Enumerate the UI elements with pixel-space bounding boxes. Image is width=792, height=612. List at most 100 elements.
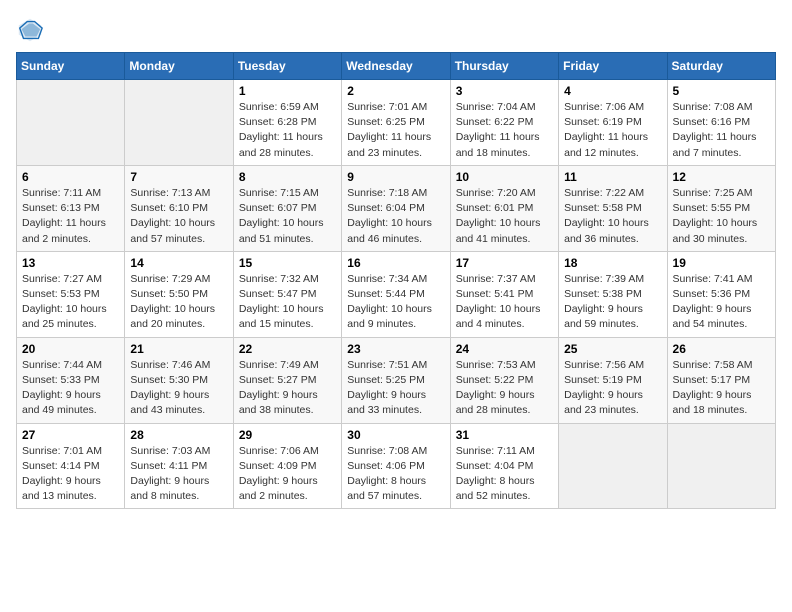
weekday-header: Thursday (450, 53, 558, 80)
calendar-cell (667, 423, 775, 509)
day-number: 31 (456, 428, 553, 442)
calendar-cell: 25 Sunrise: 7:56 AM Sunset: 5:19 PM Dayli… (559, 337, 667, 423)
day-number: 8 (239, 170, 336, 184)
day-number: 1 (239, 84, 336, 98)
calendar-cell: 2 Sunrise: 7:01 AM Sunset: 6:25 PM Daylig… (342, 80, 450, 166)
calendar-cell (17, 80, 125, 166)
day-info: Sunrise: 7:56 AM Sunset: 5:19 PM Dayligh… (564, 358, 661, 419)
day-number: 28 (130, 428, 227, 442)
weekday-header: Tuesday (233, 53, 341, 80)
calendar-week-row: 6 Sunrise: 7:11 AM Sunset: 6:13 PM Daylig… (17, 165, 776, 251)
day-number: 26 (673, 342, 770, 356)
day-info: Sunrise: 7:27 AM Sunset: 5:53 PM Dayligh… (22, 272, 119, 333)
weekday-header: Saturday (667, 53, 775, 80)
calendar-cell: 28 Sunrise: 7:03 AM Sunset: 4:11 PM Dayli… (125, 423, 233, 509)
day-number: 7 (130, 170, 227, 184)
day-info: Sunrise: 7:06 AM Sunset: 4:09 PM Dayligh… (239, 444, 336, 505)
day-number: 30 (347, 428, 444, 442)
day-info: Sunrise: 7:22 AM Sunset: 5:58 PM Dayligh… (564, 186, 661, 247)
day-info: Sunrise: 7:41 AM Sunset: 5:36 PM Dayligh… (673, 272, 770, 333)
day-info: Sunrise: 7:11 AM Sunset: 6:13 PM Dayligh… (22, 186, 119, 247)
calendar-table: SundayMondayTuesdayWednesdayThursdayFrid… (16, 52, 776, 509)
day-info: Sunrise: 7:18 AM Sunset: 6:04 PM Dayligh… (347, 186, 444, 247)
calendar-cell (125, 80, 233, 166)
day-number: 18 (564, 256, 661, 270)
day-info: Sunrise: 7:03 AM Sunset: 4:11 PM Dayligh… (130, 444, 227, 505)
calendar-week-row: 20Sunrise: 7:44 AM Sunset: 5:33 PM Dayli… (17, 337, 776, 423)
day-number: 6 (22, 170, 119, 184)
day-number: 4 (564, 84, 661, 98)
day-info: Sunrise: 7:51 AM Sunset: 5:25 PM Dayligh… (347, 358, 444, 419)
calendar-cell: 1 Sunrise: 6:59 AM Sunset: 6:28 PM Daylig… (233, 80, 341, 166)
day-number: 10 (456, 170, 553, 184)
logo-icon (16, 16, 44, 44)
day-info: Sunrise: 7:39 AM Sunset: 5:38 PM Dayligh… (564, 272, 661, 333)
day-number: 25 (564, 342, 661, 356)
calendar-cell: 3 Sunrise: 7:04 AM Sunset: 6:22 PM Daylig… (450, 80, 558, 166)
weekday-header: Friday (559, 53, 667, 80)
day-number: 24 (456, 342, 553, 356)
day-number: 2 (347, 84, 444, 98)
weekday-header: Wednesday (342, 53, 450, 80)
calendar-cell: 21 Sunrise: 7:46 AM Sunset: 5:30 PM Dayli… (125, 337, 233, 423)
day-number: 23 (347, 342, 444, 356)
day-info: Sunrise: 7:32 AM Sunset: 5:47 PM Dayligh… (239, 272, 336, 333)
day-info: Sunrise: 6:59 AM Sunset: 6:28 PM Dayligh… (239, 100, 336, 161)
calendar-cell: 11 Sunrise: 7:22 AM Sunset: 5:58 PM Dayli… (559, 165, 667, 251)
day-number: 27 (22, 428, 119, 442)
day-info: Sunrise: 7:15 AM Sunset: 6:07 PM Dayligh… (239, 186, 336, 247)
logo (16, 16, 48, 44)
day-number: 13 (22, 256, 119, 270)
calendar-cell: 16Sunrise: 7:34 AM Sunset: 5:44 PM Dayli… (342, 251, 450, 337)
calendar-cell: 15 Sunrise: 7:32 AM Sunset: 5:47 PM Dayli… (233, 251, 341, 337)
day-info: Sunrise: 7:08 AM Sunset: 4:06 PM Dayligh… (347, 444, 444, 505)
day-info: Sunrise: 7:44 AM Sunset: 5:33 PM Dayligh… (22, 358, 119, 419)
calendar-cell: 26 Sunrise: 7:58 AM Sunset: 5:17 PM Dayli… (667, 337, 775, 423)
day-info: Sunrise: 7:49 AM Sunset: 5:27 PM Dayligh… (239, 358, 336, 419)
calendar-cell: 23 Sunrise: 7:51 AM Sunset: 5:25 PM Dayli… (342, 337, 450, 423)
day-info: Sunrise: 7:13 AM Sunset: 6:10 PM Dayligh… (130, 186, 227, 247)
weekday-header: Sunday (17, 53, 125, 80)
calendar-cell: 6 Sunrise: 7:11 AM Sunset: 6:13 PM Daylig… (17, 165, 125, 251)
day-number: 3 (456, 84, 553, 98)
day-info: Sunrise: 7:20 AM Sunset: 6:01 PM Dayligh… (456, 186, 553, 247)
day-number: 21 (130, 342, 227, 356)
day-number: 11 (564, 170, 661, 184)
calendar-cell: 9 Sunrise: 7:18 AM Sunset: 6:04 PM Daylig… (342, 165, 450, 251)
calendar-cell: 14Sunrise: 7:29 AM Sunset: 5:50 PM Dayli… (125, 251, 233, 337)
calendar-cell: 13 Sunrise: 7:27 AM Sunset: 5:53 PM Dayli… (17, 251, 125, 337)
day-number: 15 (239, 256, 336, 270)
calendar-cell: 7 Sunrise: 7:13 AM Sunset: 6:10 PM Daylig… (125, 165, 233, 251)
day-info: Sunrise: 7:06 AM Sunset: 6:19 PM Dayligh… (564, 100, 661, 161)
calendar-cell: 27 Sunrise: 7:01 AM Sunset: 4:14 PM Dayli… (17, 423, 125, 509)
calendar-cell: 19 Sunrise: 7:41 AM Sunset: 5:36 PM Dayli… (667, 251, 775, 337)
day-info: Sunrise: 7:58 AM Sunset: 5:17 PM Dayligh… (673, 358, 770, 419)
day-number: 17 (456, 256, 553, 270)
day-info: Sunrise: 7:04 AM Sunset: 6:22 PM Dayligh… (456, 100, 553, 161)
calendar-cell: 10 Sunrise: 7:20 AM Sunset: 6:01 PM Dayli… (450, 165, 558, 251)
weekday-header: Monday (125, 53, 233, 80)
calendar-cell: 20Sunrise: 7:44 AM Sunset: 5:33 PM Dayli… (17, 337, 125, 423)
day-number: 9 (347, 170, 444, 184)
calendar-cell: 8 Sunrise: 7:15 AM Sunset: 6:07 PM Daylig… (233, 165, 341, 251)
day-number: 19 (673, 256, 770, 270)
day-number: 5 (673, 84, 770, 98)
calendar-cell (559, 423, 667, 509)
day-info: Sunrise: 7:01 AM Sunset: 4:14 PM Dayligh… (22, 444, 119, 505)
day-info: Sunrise: 7:11 AM Sunset: 4:04 PM Dayligh… (456, 444, 553, 505)
calendar-cell: 18 Sunrise: 7:39 AM Sunset: 5:38 PM Dayli… (559, 251, 667, 337)
day-info: Sunrise: 7:53 AM Sunset: 5:22 PM Dayligh… (456, 358, 553, 419)
calendar-week-row: 13 Sunrise: 7:27 AM Sunset: 5:53 PM Dayli… (17, 251, 776, 337)
calendar-week-row: 27 Sunrise: 7:01 AM Sunset: 4:14 PM Dayli… (17, 423, 776, 509)
day-info: Sunrise: 7:29 AM Sunset: 5:50 PM Dayligh… (130, 272, 227, 333)
day-info: Sunrise: 7:01 AM Sunset: 6:25 PM Dayligh… (347, 100, 444, 161)
calendar-cell: 24 Sunrise: 7:53 AM Sunset: 5:22 PM Dayli… (450, 337, 558, 423)
calendar-cell: 22Sunrise: 7:49 AM Sunset: 5:27 PM Dayli… (233, 337, 341, 423)
calendar-cell: 31 Sunrise: 7:11 AM Sunset: 4:04 PM Dayli… (450, 423, 558, 509)
calendar-week-row: 1 Sunrise: 6:59 AM Sunset: 6:28 PM Daylig… (17, 80, 776, 166)
day-info: Sunrise: 7:25 AM Sunset: 5:55 PM Dayligh… (673, 186, 770, 247)
day-info: Sunrise: 7:37 AM Sunset: 5:41 PM Dayligh… (456, 272, 553, 333)
day-info: Sunrise: 7:46 AM Sunset: 5:30 PM Dayligh… (130, 358, 227, 419)
day-info: Sunrise: 7:08 AM Sunset: 6:16 PM Dayligh… (673, 100, 770, 161)
calendar-cell: 30 Sunrise: 7:08 AM Sunset: 4:06 PM Dayli… (342, 423, 450, 509)
